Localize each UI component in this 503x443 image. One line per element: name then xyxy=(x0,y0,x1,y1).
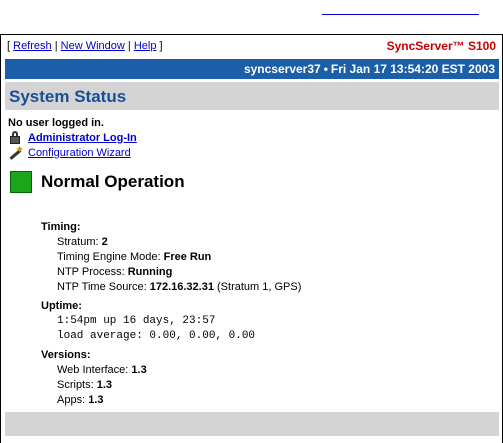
footer-bar xyxy=(5,412,499,436)
page-title: System Status xyxy=(9,87,127,106)
status-label: Normal Operation xyxy=(41,172,185,191)
engine-mode-row: Timing Engine Mode: Free Run xyxy=(41,250,301,265)
ntp-source-extra: (Stratum 1, GPS) xyxy=(213,281,302,293)
stratum-label: Stratum: xyxy=(57,236,102,248)
status-indicator xyxy=(10,171,32,193)
engine-mode-value: Free Run xyxy=(163,251,212,263)
timing-heading: Timing: xyxy=(41,221,81,233)
separator-dot: • xyxy=(323,62,328,76)
apps-row: Apps: 1.3 xyxy=(41,393,301,408)
ntp-process-label: NTP Process: xyxy=(57,266,128,278)
nav-separator: | xyxy=(127,40,131,52)
scripts-row: Scripts: 1.3 xyxy=(41,378,301,393)
nav-links: [ Refresh | New Window | Help ] xyxy=(7,40,163,52)
top-strip xyxy=(0,0,503,34)
admin-login-link[interactable]: Administrator Log-In xyxy=(28,132,137,144)
nav-separator: | xyxy=(54,40,58,52)
brand-sync: Sync xyxy=(386,39,416,53)
brand-rest: Server™ S100 xyxy=(415,39,496,53)
engine-mode-label: Timing Engine Mode: xyxy=(57,251,164,263)
web-interface-row: Web Interface: 1.3 xyxy=(41,363,301,378)
apps-value: 1.3 xyxy=(88,394,104,406)
uptime-heading: Uptime: xyxy=(41,300,82,312)
hostname: syncserver37 xyxy=(243,62,321,76)
ntp-source-row: NTP Time Source: 172.16.32.31 (Stratum 1… xyxy=(41,280,301,295)
host-datetime-bar: syncserver37 • Fri Jan 17 13:54:20 EST 200… xyxy=(5,59,499,79)
stratum-row: Stratum: 2 xyxy=(41,235,301,250)
uptime-line: 1:54pm up 16 days, 23:57 xyxy=(57,315,216,327)
title-bar: System Status xyxy=(5,82,499,110)
login-status: No user logged in. xyxy=(8,117,104,129)
operation-status: Normal Operation xyxy=(10,171,185,193)
wand-icon: ✦ xyxy=(8,144,24,160)
versions-heading: Versions: xyxy=(41,349,91,361)
config-wizard-row: ✦ Configuration Wizard xyxy=(8,144,137,160)
config-wizard-link[interactable]: Configuration Wizard xyxy=(28,147,131,159)
status-details: Timing: Stratum: 2 Timing Engine Mode: F… xyxy=(41,217,301,408)
new-window-link[interactable]: New Window xyxy=(61,40,125,52)
help-link[interactable]: Help xyxy=(134,40,157,52)
refresh-link[interactable]: Refresh xyxy=(13,40,52,52)
ntp-source-value: 172.16.32.31 xyxy=(149,281,214,293)
apps-label: Apps: xyxy=(57,394,89,406)
web-interface-value: 1.3 xyxy=(131,364,147,376)
scripts-value: 1.3 xyxy=(96,379,113,391)
ntp-process-value: Running xyxy=(127,266,173,278)
datetime: Fri Jan 17 13:54:20 EST 2003 xyxy=(330,62,495,76)
nav-open-bracket: [ xyxy=(7,40,11,52)
stratum-value: 2 xyxy=(101,236,108,248)
admin-login-row: Administrator Log-In xyxy=(8,131,137,144)
load-average-line: load average: 0.00, 0.00, 0.00 xyxy=(57,330,256,342)
web-interface-label: Web Interface: xyxy=(57,364,132,376)
product-brand: SyncServer™ S100 xyxy=(387,39,496,53)
scripts-label: Scripts: xyxy=(57,379,97,391)
status-frame: [ Refresh | New Window | Help ] SyncServ… xyxy=(0,34,503,443)
ntp-process-row: NTP Process: Running xyxy=(41,265,301,280)
top-link-underline[interactable] xyxy=(322,14,479,15)
login-block: No user logged in. Administrator Log-In … xyxy=(8,117,137,160)
nav-close-bracket: ] xyxy=(159,40,163,52)
ntp-source-label: NTP Time Source: xyxy=(57,281,150,293)
